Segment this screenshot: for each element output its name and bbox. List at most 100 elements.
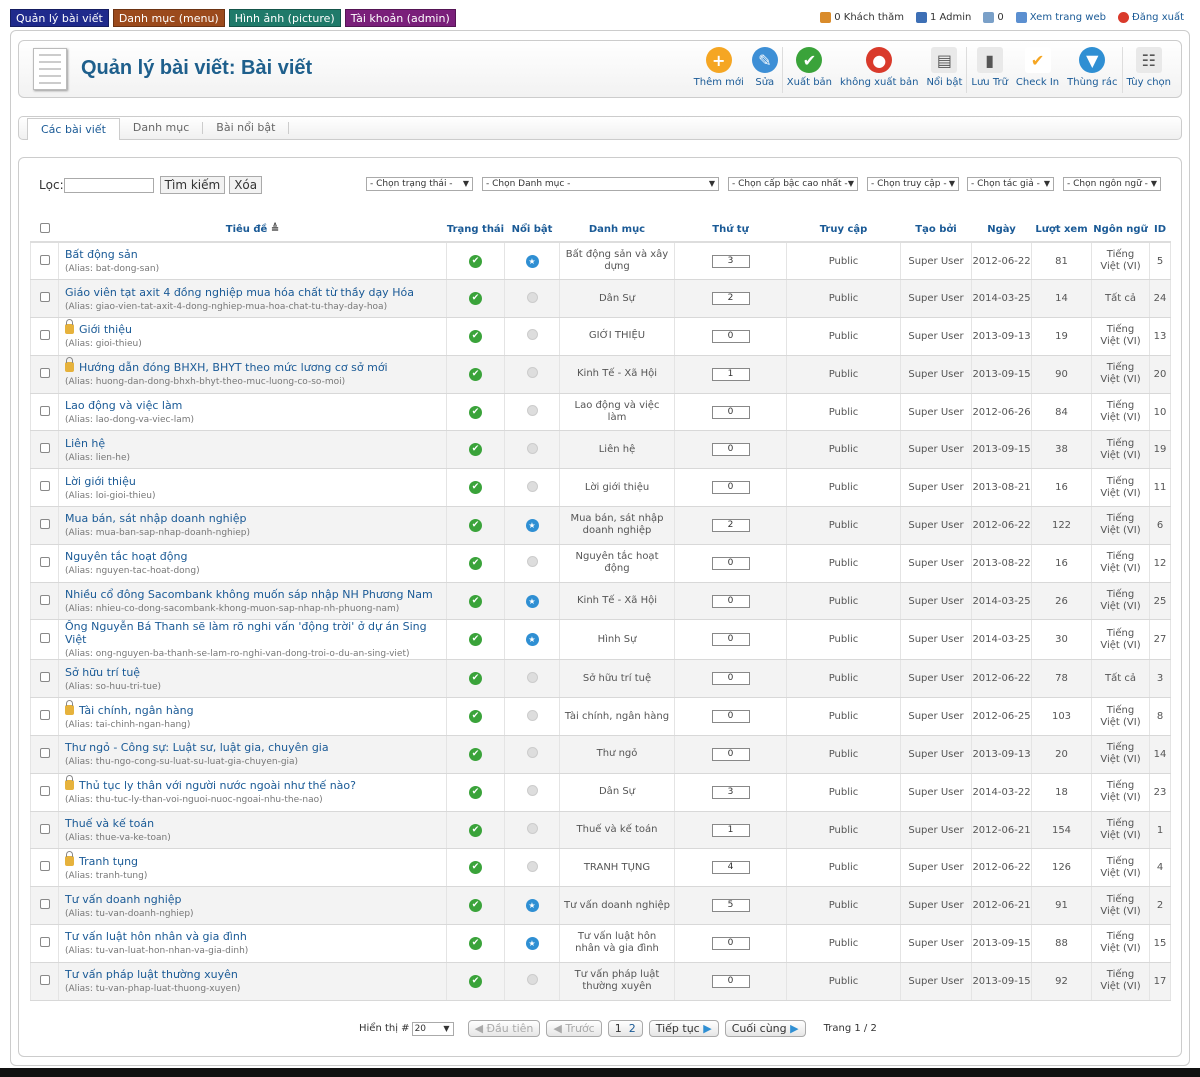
article-title-link[interactable]: Sở hữu trí tuệ [65, 666, 140, 679]
publish-button[interactable]: ✔ Xuất bản [781, 47, 836, 93]
page-2[interactable]: 2 [629, 1022, 636, 1035]
order-input[interactable]: 0 [711, 710, 750, 724]
tab-articles[interactable]: Các bài viết [27, 117, 120, 140]
row-checkbox[interactable] [39, 974, 50, 985]
row-checkbox[interactable] [39, 899, 50, 910]
row-checkbox[interactable] [39, 443, 50, 454]
lock-icon[interactable] [65, 357, 74, 373]
prev-page-button[interactable]: ◀ Trước [546, 1020, 602, 1037]
lock-icon[interactable] [65, 850, 74, 866]
order-input[interactable]: 5 [711, 899, 750, 913]
trash-button[interactable]: ▼ Thùng rác [1063, 47, 1121, 93]
search-button[interactable]: Tìm kiếm [159, 176, 226, 194]
not-featured-icon[interactable] [526, 974, 538, 986]
article-title-link[interactable]: Tư vấn luật hôn nhân và gia đình [65, 930, 247, 943]
order-input[interactable]: 1 [711, 823, 750, 837]
order-input[interactable]: 2 [711, 292, 750, 306]
not-featured-icon[interactable] [526, 556, 538, 568]
tab-categories[interactable]: Danh mục [120, 122, 204, 134]
row-checkbox[interactable] [39, 556, 50, 567]
published-check-icon[interactable]: ✔ [469, 443, 482, 457]
published-check-icon[interactable]: ✔ [469, 672, 482, 686]
article-title-link[interactable]: Lao động và việc làm [65, 399, 182, 412]
last-page-button[interactable]: Cuối cùng ▶ [724, 1020, 806, 1037]
edit-button[interactable]: ✎ Sửa [748, 47, 782, 93]
row-checkbox[interactable] [39, 292, 50, 303]
row-checkbox[interactable] [39, 518, 50, 529]
lock-icon[interactable] [65, 699, 74, 715]
published-check-icon[interactable]: ✔ [469, 861, 482, 875]
published-check-icon[interactable]: ✔ [469, 823, 482, 837]
row-checkbox[interactable] [39, 861, 50, 872]
topmenu-articles[interactable]: Quản lý bài viết [10, 9, 109, 27]
article-title-link[interactable]: Liên hệ [65, 437, 105, 450]
not-featured-icon[interactable] [526, 442, 538, 454]
article-title-link[interactable]: Nhiều cổ đông Sacombank không muốn sáp n… [65, 588, 433, 601]
article-title-link[interactable]: Mua bán, sát nhập doanh nghiệp [65, 512, 246, 525]
row-checkbox[interactable] [39, 823, 50, 834]
article-title-link[interactable]: Nguyên tắc hoạt động [65, 550, 187, 563]
article-title-link[interactable]: Giới thiệu [79, 323, 132, 336]
order-input[interactable]: 3 [711, 254, 750, 268]
col-featured[interactable]: Nổi bật [504, 218, 560, 243]
not-featured-icon[interactable] [526, 329, 538, 341]
col-language[interactable]: Ngôn ngữ [1091, 218, 1150, 243]
col-hits[interactable]: Lượt xem [1031, 218, 1092, 243]
featured-star-icon[interactable]: ★ [525, 594, 539, 608]
published-check-icon[interactable]: ✔ [469, 329, 482, 343]
published-check-icon[interactable]: ✔ [469, 481, 482, 495]
col-date[interactable]: Ngày [971, 218, 1032, 243]
first-page-button[interactable]: ◀ Đầu tiên [467, 1020, 541, 1037]
article-title-link[interactable]: Tranh tụng [79, 855, 138, 868]
order-input[interactable]: 0 [711, 633, 750, 647]
article-title-link[interactable]: Tài chính, ngân hàng [79, 704, 194, 717]
author-select[interactable]: - Chọn tác giả - ▼ [967, 177, 1054, 191]
not-featured-icon[interactable] [526, 291, 538, 303]
topmenu-accounts[interactable]: Tài khoản (admin) [344, 9, 456, 27]
published-check-icon[interactable]: ✔ [469, 254, 482, 268]
published-check-icon[interactable]: ✔ [469, 518, 482, 532]
language-select[interactable]: - Chọn ngôn ngữ - ▼ [1063, 177, 1161, 191]
featured-star-icon[interactable]: ★ [525, 899, 539, 913]
order-input[interactable]: 3 [711, 785, 750, 799]
order-input[interactable]: 0 [711, 443, 750, 457]
published-check-icon[interactable]: ✔ [469, 785, 482, 799]
not-featured-icon[interactable] [526, 823, 538, 835]
unpublish-button[interactable]: ● không xuất bản [836, 47, 922, 93]
col-id[interactable]: ID [1149, 218, 1171, 243]
published-check-icon[interactable]: ✔ [469, 633, 482, 647]
published-check-icon[interactable]: ✔ [469, 594, 482, 608]
page-1[interactable]: 1 [615, 1022, 622, 1035]
not-featured-icon[interactable] [526, 367, 538, 379]
article-title-link[interactable]: Tư vấn pháp luật thường xuyên [65, 968, 238, 981]
row-checkbox[interactable] [39, 594, 50, 605]
order-input[interactable]: 1 [711, 367, 750, 381]
row-checkbox[interactable] [39, 672, 50, 683]
access-select[interactable]: - Chọn truy cập - ▼ [867, 177, 959, 191]
col-status[interactable]: Trạng thái [446, 218, 505, 243]
featured-star-icon[interactable]: ★ [525, 518, 539, 532]
order-input[interactable]: 0 [711, 974, 750, 988]
row-checkbox[interactable] [39, 254, 50, 265]
not-featured-icon[interactable] [526, 405, 538, 417]
article-title-link[interactable]: Giáo viên tạt axit 4 đồng nghiệp mua hóa… [65, 286, 414, 299]
row-checkbox[interactable] [39, 710, 50, 721]
featured-star-icon[interactable]: ★ [525, 254, 539, 268]
article-title-link[interactable]: Thư ngỏ - Công sự: Luật sư, luật gia, ch… [65, 741, 329, 754]
options-button[interactable]: ☷ Tùy chọn [1121, 47, 1175, 93]
topmenu-categories[interactable]: Danh mục (menu) [112, 9, 225, 27]
row-checkbox[interactable] [39, 367, 50, 378]
select-all-checkbox[interactable] [39, 223, 50, 233]
lock-icon[interactable] [65, 319, 74, 335]
not-featured-icon[interactable] [526, 709, 538, 721]
level-select[interactable]: - Chọn cấp bậc cao nhất - ▼ [728, 177, 858, 191]
archive-button[interactable]: ▮ Lưu Trữ [966, 47, 1012, 93]
page-size-select[interactable]: 20 ▼ [411, 1021, 454, 1036]
col-author[interactable]: Tạo bởi [900, 218, 972, 243]
status-select[interactable]: - Chọn trạng thái - ▼ [366, 177, 473, 191]
next-page-button[interactable]: Tiếp tục ▶ [648, 1020, 719, 1037]
tab-featured[interactable]: Bài nổi bật [203, 122, 290, 134]
order-input[interactable]: 0 [711, 481, 750, 495]
not-featured-icon[interactable] [526, 671, 538, 683]
featured-star-icon[interactable]: ★ [525, 633, 539, 647]
